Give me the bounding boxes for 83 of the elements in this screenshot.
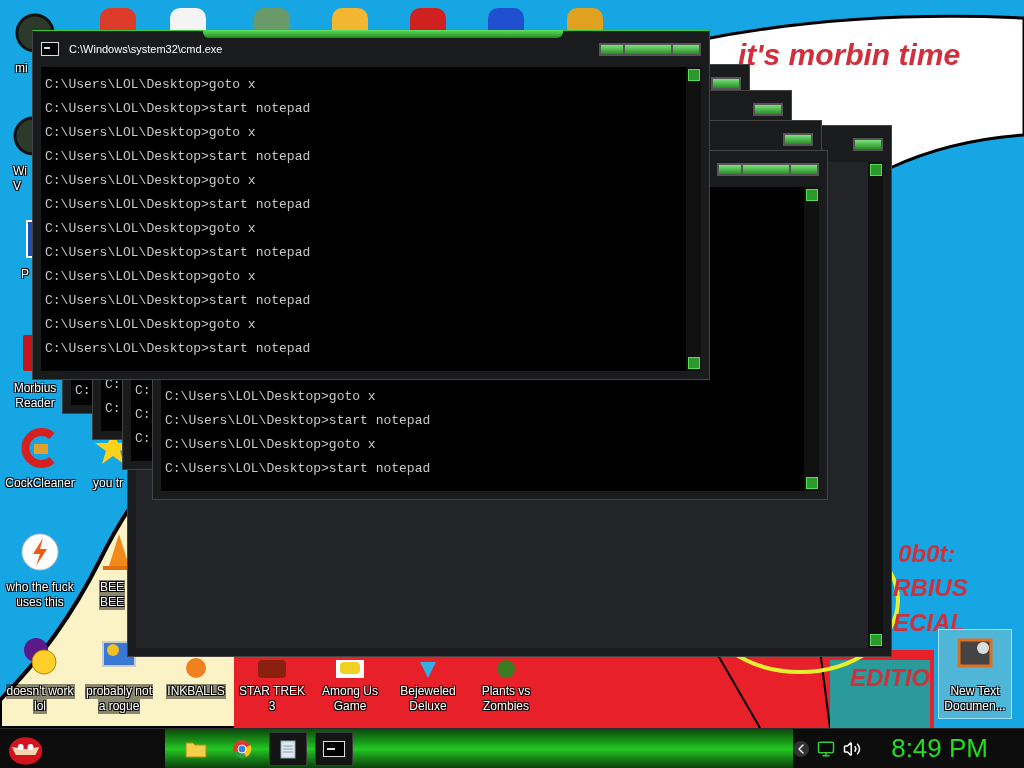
- lightning-icon: [20, 532, 60, 572]
- close-button[interactable]: [673, 44, 699, 54]
- maximize-button[interactable]: [743, 164, 789, 174]
- console-line: C:\Users\LOL\Desktop>goto x: [165, 436, 376, 454]
- icon-label: Plants vs: [481, 684, 531, 699]
- scrollbar[interactable]: [868, 162, 883, 648]
- close-button[interactable]: [713, 78, 739, 88]
- close-button[interactable]: [855, 139, 881, 149]
- icon-label: Documen...: [944, 699, 1006, 714]
- game-icon: [336, 660, 364, 678]
- scrollbar[interactable]: [686, 67, 701, 371]
- taskbar-button[interactable]: [269, 731, 308, 766]
- icon-label: a rogue: [97, 699, 141, 714]
- console-icon: [323, 740, 346, 757]
- close-button[interactable]: [755, 104, 781, 114]
- icon-label: 3: [268, 699, 276, 714]
- maximize-button[interactable]: [625, 44, 671, 54]
- console-line: C:\Users\LOL\Desktop>start notepad: [45, 196, 311, 214]
- console-line: C:\Users\LOL\Desktop>goto x: [45, 220, 256, 238]
- wallpaper-text: it's morbin time: [738, 37, 961, 73]
- icon-label: STAR TREK: [238, 684, 306, 699]
- show-hidden-icons-icon[interactable]: [793, 740, 810, 757]
- icon-label: Game: [333, 699, 367, 714]
- ball-icon: [186, 658, 206, 678]
- console-line: C:: [135, 406, 151, 424]
- icon-label: Among Us: [322, 684, 378, 699]
- taskbar-button[interactable]: [315, 731, 354, 766]
- icon-label: BEE: [99, 595, 125, 610]
- browser-icon: [232, 738, 253, 759]
- speaker-icon[interactable]: [843, 739, 862, 758]
- console-line: C:\Users\LOL\Desktop>start notepad: [45, 244, 311, 262]
- gem-icon: [420, 662, 436, 678]
- app-icon[interactable]: [488, 8, 524, 30]
- icon-label: Bejeweled: [400, 684, 456, 699]
- minimize-button[interactable]: [719, 164, 741, 174]
- icon-label: INKBALLS: [166, 684, 226, 699]
- icon-label: who the fuck: [6, 580, 74, 595]
- console-line: C:\Users\LOL\Desktop>start notepad: [45, 100, 311, 118]
- icon-label: Morbius: [13, 381, 57, 396]
- icon-label: New Text: [950, 684, 1000, 699]
- icon-label: uses this: [16, 595, 64, 610]
- icon-label: lol: [33, 699, 47, 714]
- console-line: C:\Users\LOL\Desktop>start notepad: [45, 292, 311, 310]
- plant-icon: [497, 660, 515, 678]
- icon-label: Reader: [15, 396, 55, 411]
- window-title: C:\Windows\system32\cmd.exe: [69, 41, 223, 57]
- icon-label: P: [21, 267, 29, 282]
- icon-label: CockCleaner: [5, 476, 75, 491]
- console-line: C:\Users\LOL\Desktop>start notepad: [165, 412, 431, 430]
- notepad-icon: [280, 738, 297, 759]
- console-line: C:\Users\LOL\Desktop>goto x: [45, 268, 256, 286]
- console-line: C:\Users\LOL\Desktop>goto x: [45, 172, 256, 190]
- console-line: C:: [75, 382, 91, 400]
- network-icon[interactable]: [817, 739, 836, 758]
- console-line: C:\Users\LOL\Desktop>start notepad: [45, 148, 311, 166]
- icon-label: probably not: [84, 684, 153, 699]
- console-line: C:\Users\LOL\Desktop>start notepad: [165, 460, 431, 478]
- console-line: C:\Users\LOL\Desktop>goto x: [45, 124, 256, 142]
- console-line: C:\Users\LOL\Desktop>goto x: [45, 316, 256, 334]
- icon-label: you tr: [93, 476, 123, 491]
- icon-label: V: [13, 179, 21, 194]
- console-line: C:: [135, 430, 151, 448]
- wallpaper-text: 0b0t:: [898, 539, 956, 569]
- close-button[interactable]: [785, 134, 811, 144]
- folder-icon: [185, 739, 208, 758]
- console-line: C:: [105, 400, 121, 418]
- icon-label: Zombies: [483, 699, 529, 714]
- console-line: C:\Users\LOL\Desktop>goto x: [45, 76, 256, 94]
- app-icon[interactable]: [170, 8, 206, 30]
- clock[interactable]: 8:49 PM: [891, 729, 988, 768]
- icon-label: Deluxe: [409, 699, 447, 714]
- console-icon: [41, 42, 59, 56]
- console-line: C:\Users\LOL\Desktop>goto x: [165, 388, 376, 406]
- minimize-button[interactable]: [601, 44, 623, 54]
- wallpaper-text: EDITIO: [850, 663, 930, 693]
- icon-label: mi: [15, 61, 28, 76]
- close-button[interactable]: [791, 164, 817, 174]
- console-line: C:\Users\LOL\Desktop>start notepad: [45, 340, 311, 358]
- icon-label: BEE: [99, 580, 125, 595]
- scrollbar[interactable]: [804, 187, 819, 491]
- console-line: C:: [135, 382, 151, 400]
- icon-label: Wi: [13, 164, 27, 179]
- game-icon: [258, 660, 286, 678]
